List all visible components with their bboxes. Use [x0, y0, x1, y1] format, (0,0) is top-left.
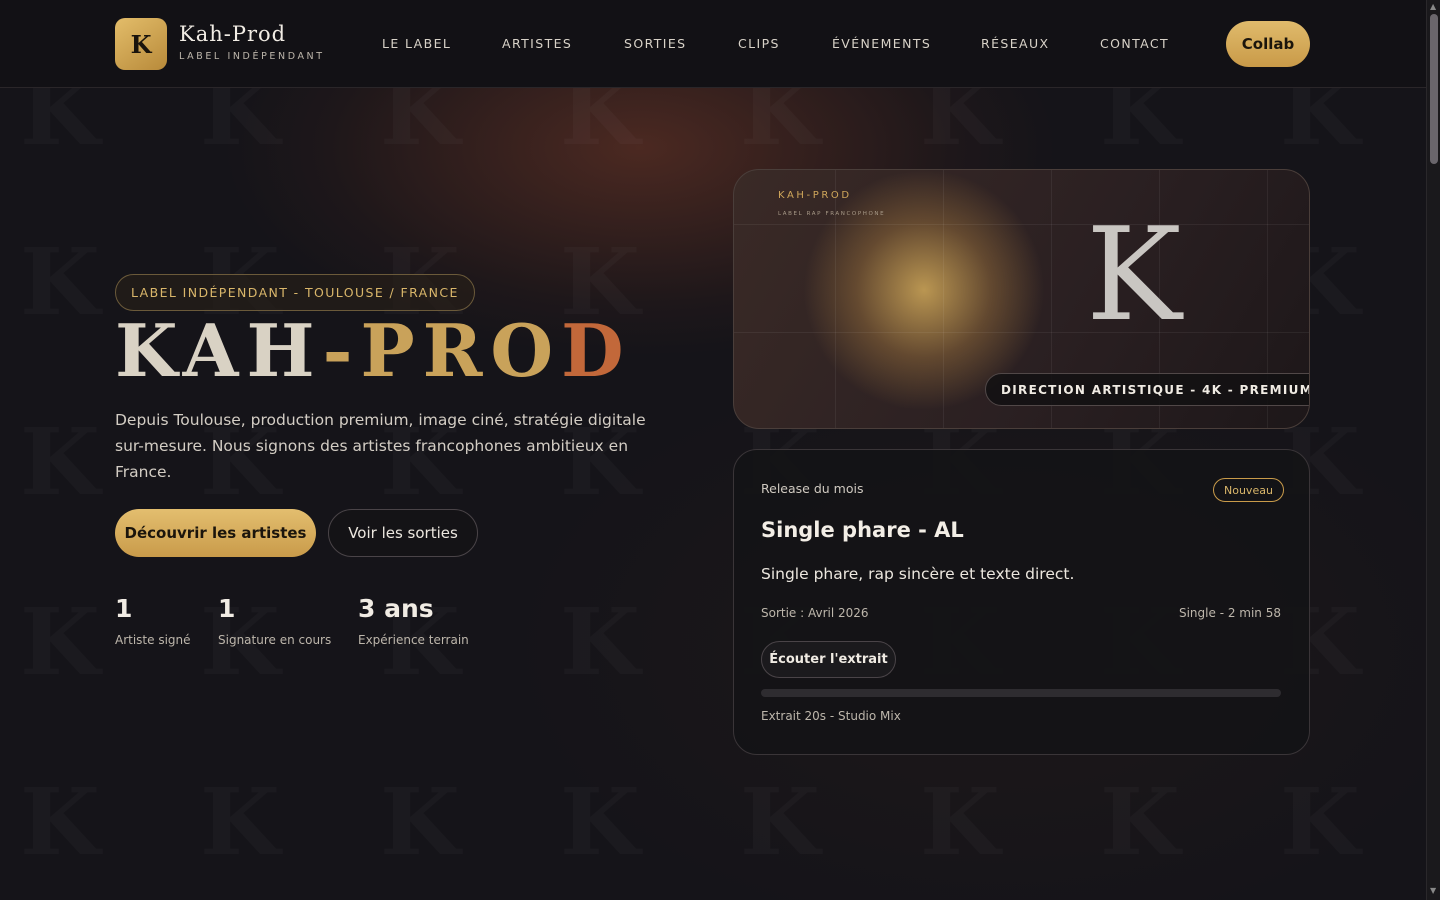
collab-button[interactable]: Collab [1226, 21, 1310, 67]
stat-value: 1 [115, 594, 133, 623]
release-footer: Extrait 20s - Studio Mix [761, 709, 901, 723]
release-meta: Single - 2 min 58 [1178, 606, 1281, 620]
brand-tagline: LABEL INDÉPENDANT [179, 51, 325, 62]
audio-progress-bar[interactable] [761, 689, 1281, 697]
location-tag: LABEL INDÉPENDANT - TOULOUSE / FRANCE [115, 274, 475, 311]
watermark-k: K [560, 768, 640, 876]
hero-title-part3: D [561, 308, 632, 393]
watermark-k: K [20, 228, 100, 336]
stat-value: 1 [218, 594, 236, 623]
new-badge: Nouveau [1213, 478, 1284, 502]
watermark-k: K [920, 768, 1000, 876]
nav-artistes[interactable]: ARTISTES [502, 36, 572, 51]
hero-title-dash: - [322, 308, 361, 393]
artistic-direction-pill: DIRECTION ARTISTIQUE - 4K - PREMIUM [985, 373, 1309, 406]
artwork-card: KAH-PROD LABEL RAP FRANCOPHONE K DIRECTI… [733, 169, 1310, 429]
view-releases-button[interactable]: Voir les sorties [328, 509, 478, 557]
stat-signatures: 1 Signature en cours [218, 594, 331, 647]
artwork-brand: KAH-PROD [778, 190, 852, 201]
nav-contact[interactable]: CONTACT [1100, 36, 1169, 51]
stat-label: Signature en cours [218, 633, 332, 647]
watermark-k: K [740, 768, 820, 876]
k-monogram-icon: K [1086, 201, 1182, 350]
nav-le-label[interactable]: LE LABEL [382, 36, 451, 51]
watermark-k: K [20, 408, 100, 516]
watermark-k: K [380, 88, 460, 166]
watermark-k: K [1280, 768, 1360, 876]
watermark-k: K [20, 588, 100, 696]
release-card: Release du mois Nouveau Single phare - A… [733, 449, 1310, 755]
nav-reseaux[interactable]: RÉSEAUX [981, 36, 1049, 51]
stat-experience: 3 ans Expérience terrain [358, 594, 469, 647]
hero-description: Depuis Toulouse, production premium, ima… [115, 411, 646, 481]
watermark-k: K [1280, 88, 1360, 166]
site-header: K Kah-Prod LABEL INDÉPENDANT LE LABEL AR… [0, 0, 1426, 88]
release-date: Sortie : Avril 2026 [761, 606, 869, 620]
nav-evenements[interactable]: ÉVÉNEMENTS [832, 36, 931, 51]
logo-icon[interactable]: K [115, 18, 167, 70]
hero-title: KAH-PROD [115, 308, 632, 393]
hero-title-part2: PRO [360, 308, 562, 393]
artwork-subtitle: LABEL RAP FRANCOPHONE [778, 211, 886, 217]
watermark-k: K [560, 588, 640, 696]
watermark-k: K [200, 88, 280, 166]
brand-name[interactable]: Kah-Prod [179, 22, 286, 46]
release-description: Single phare, rap sincère et texte direc… [761, 565, 1075, 583]
nav-sorties[interactable]: SORTIES [624, 36, 687, 51]
watermark-k: K [740, 88, 820, 166]
scroll-thumb[interactable] [1430, 14, 1438, 164]
watermark-k: K [1100, 768, 1180, 876]
scroll-up-icon[interactable]: ▲ [1430, 2, 1436, 11]
watermark-k: K [20, 768, 100, 876]
watermark-k: K [200, 768, 280, 876]
listen-excerpt-button[interactable]: Écouter l'extrait [761, 641, 896, 678]
watermark-k: K [1100, 88, 1180, 166]
stat-label: Artiste signé [115, 633, 191, 647]
release-title: Single phare - AL [761, 518, 964, 542]
watermark-k: K [20, 88, 100, 166]
hero-title-part1: KAH [115, 308, 323, 393]
stat-label: Expérience terrain [358, 633, 469, 647]
watermark-k: K [920, 88, 1000, 166]
watermark-k: K [380, 768, 460, 876]
stat-value: 3 ans [358, 594, 434, 623]
release-label: Release du mois [761, 481, 864, 496]
discover-artists-button[interactable]: Découvrir les artistes [115, 509, 316, 557]
scroll-down-icon[interactable]: ▼ [1430, 886, 1436, 895]
stat-artists: 1 Artiste signé [115, 594, 191, 647]
watermark-k: K [560, 88, 640, 166]
nav-clips[interactable]: CLIPS [738, 36, 780, 51]
scrollbar[interactable]: ▲ ▼ [1426, 0, 1440, 900]
